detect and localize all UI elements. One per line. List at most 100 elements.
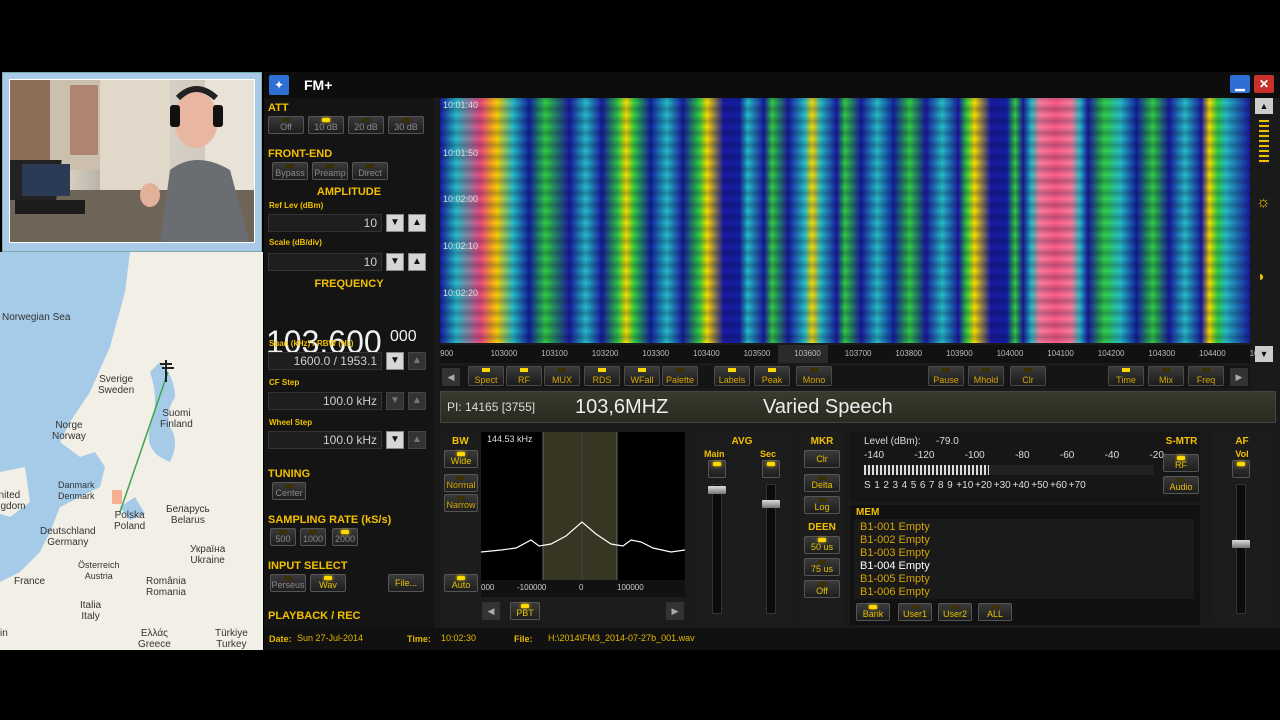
att-10db-button[interactable]: 10 dB: [308, 116, 344, 134]
toolbar-button-rds[interactable]: RDS: [584, 366, 620, 386]
ref-lev-value[interactable]: 10: [268, 214, 382, 232]
ref-lev-up-arrow-icon[interactable]: ▲: [408, 214, 426, 232]
toolbar-button-rf[interactable]: RF: [506, 366, 542, 386]
contrast-icon[interactable]: ◑: [1256, 268, 1264, 284]
af-volume-slider[interactable]: [1236, 484, 1246, 614]
toolbar-button-mux[interactable]: MUX: [544, 366, 580, 386]
toolbar-right-arrow-icon[interactable]: ▶: [1230, 368, 1248, 386]
toolbar-button-time[interactable]: Time: [1108, 366, 1144, 386]
direct-button[interactable]: Direct: [352, 162, 388, 180]
deen-label: DEEN: [808, 522, 836, 533]
waterfall-display[interactable]: 10:01:40 10:01:50 10:02:00 10:02:10 10:0…: [440, 98, 1250, 343]
scroll-up-arrow-icon[interactable]: ▲: [1255, 98, 1273, 114]
wheel-step-up-arrow-icon[interactable]: ▲: [408, 431, 426, 449]
file-button[interactable]: File...: [388, 574, 424, 592]
toolbar-button-freq[interactable]: Freq: [1188, 366, 1224, 386]
avg-sec-label: Sec: [760, 449, 777, 459]
toolbar-button-peak[interactable]: Peak: [754, 366, 790, 386]
toolbar-button-pause[interactable]: Pause: [928, 366, 964, 386]
bw-narrow-button[interactable]: Narrow: [444, 494, 478, 512]
marker-panel: MKR Clr Delta Log DEEN 50 us 75 us Off: [800, 432, 844, 622]
axis-tick-label: 104200: [1097, 349, 1125, 358]
mkr-delta-button[interactable]: Delta: [804, 474, 840, 492]
span-value[interactable]: 1600.0 / 1953.1: [268, 352, 382, 370]
mkr-log-button[interactable]: Log: [804, 496, 840, 514]
mem-user1-button[interactable]: User1: [898, 603, 932, 621]
att-30db-button[interactable]: 30 dB: [388, 116, 424, 134]
deen-75us-button[interactable]: 75 us: [804, 558, 840, 576]
mem-list-item[interactable]: B1-006 Empty: [860, 586, 930, 599]
avg-sec-slider-thumb[interactable]: [762, 500, 780, 508]
avg-sec-toggle[interactable]: [762, 460, 780, 478]
smtr-audio-button[interactable]: Audio: [1163, 476, 1199, 494]
scale-value[interactable]: 10: [268, 253, 382, 271]
mem-list-item[interactable]: B1-002 Empty: [860, 534, 930, 547]
sampling-1000-button[interactable]: 1000: [300, 528, 326, 546]
avg-main-slider-thumb[interactable]: [708, 486, 726, 494]
palette-level-bars[interactable]: [1259, 120, 1269, 164]
pbt-button[interactable]: PBT: [510, 602, 540, 620]
att-20db-button[interactable]: 20 dB: [348, 116, 384, 134]
toolbar-button-mono[interactable]: Mono: [796, 366, 832, 386]
wheel-step-value[interactable]: 100.0 kHz: [268, 431, 382, 449]
pbt-left-arrow-icon[interactable]: ◀: [482, 602, 500, 620]
toolbar-button-wfall[interactable]: WFall: [624, 366, 660, 386]
toolbar-button-spect[interactable]: Spect: [468, 366, 504, 386]
smtr-rf-button[interactable]: RF: [1163, 454, 1199, 472]
sampling-500-button[interactable]: 500: [270, 528, 296, 546]
bw-auto-button[interactable]: Auto: [444, 574, 478, 592]
mem-list-item[interactable]: B1-001 Empty: [860, 521, 930, 534]
toolbar-button-clr[interactable]: Clr: [1010, 366, 1046, 386]
wheel-step-down-arrow-icon[interactable]: ▼: [386, 431, 404, 449]
app-icon[interactable]: ✦: [269, 75, 289, 95]
bw-normal-button[interactable]: Normal: [444, 474, 478, 492]
mem-all-button[interactable]: ALL: [978, 603, 1012, 621]
span-down-arrow-icon[interactable]: ▼: [386, 352, 404, 370]
ref-lev-down-arrow-icon[interactable]: ▼: [386, 214, 404, 232]
sampling-2000-button[interactable]: 2000: [332, 528, 358, 546]
preamp-button[interactable]: Preamp: [312, 162, 348, 180]
wav-button[interactable]: Wav: [310, 574, 346, 592]
bypass-button[interactable]: Bypass: [272, 162, 308, 180]
minimize-button[interactable]: ▁: [1230, 75, 1250, 93]
brightness-icon[interactable]: ☼: [1256, 194, 1271, 212]
level-bar-fill: [864, 465, 989, 475]
mem-user2-button[interactable]: User2: [938, 603, 972, 621]
deen-50us-button[interactable]: 50 us: [804, 536, 840, 554]
toolbar-button-mhold[interactable]: Mhold: [968, 366, 1004, 386]
avg-main-toggle[interactable]: [708, 460, 726, 478]
map-label-norway: Norge Norway: [52, 420, 86, 442]
span-up-arrow-icon[interactable]: ▲: [408, 352, 426, 370]
level-meter-panel: Level (dBm): -79.0 -140 -120 -100 -80 -60 -40…: [850, 432, 1200, 502]
avg-main-slider[interactable]: [712, 484, 722, 614]
perseus-button[interactable]: Perseus: [270, 574, 306, 592]
toolbar-button-palette[interactable]: Palette: [662, 366, 698, 386]
toolbar-button-labels[interactable]: Labels: [714, 366, 750, 386]
cf-step-value[interactable]: 100.0 kHz: [268, 392, 382, 410]
mem-list-item[interactable]: B1-005 Empty: [860, 573, 930, 586]
scale-down-arrow-icon[interactable]: ▼: [386, 253, 404, 271]
af-volume-slider-thumb[interactable]: [1232, 540, 1250, 548]
center-button[interactable]: Center: [272, 482, 306, 500]
bw-wide-button[interactable]: Wide: [444, 450, 478, 468]
mem-list-item[interactable]: B1-003 Empty: [860, 547, 930, 560]
mem-bank-button[interactable]: Bank: [856, 603, 890, 621]
att-off-button[interactable]: Off: [268, 116, 304, 134]
toolbar-left-arrow-icon[interactable]: ◀: [442, 368, 460, 386]
if-spectrum[interactable]: 144.53 kHz 000 -100000 0 100000: [480, 432, 686, 597]
axis-tick-label: 103600: [794, 349, 821, 358]
rds-ps-name: 103,6MHZ: [575, 396, 669, 418]
pbt-right-arrow-icon[interactable]: ▶: [666, 602, 684, 620]
map-label-poland: Polska Poland: [114, 510, 146, 532]
close-button[interactable]: ✕: [1254, 75, 1274, 93]
mkr-clr-button[interactable]: Clr: [804, 450, 840, 468]
af-vol-toggle[interactable]: [1232, 460, 1250, 478]
cf-step-up-arrow-icon[interactable]: ▲: [408, 392, 426, 410]
cf-step-down-arrow-icon[interactable]: ▼: [386, 392, 404, 410]
toolbar-button-mix[interactable]: Mix: [1148, 366, 1184, 386]
mem-list-item-selected[interactable]: B1-004 Empty: [860, 560, 930, 573]
axis-tick-label: 104400: [1199, 349, 1226, 358]
s-meter-panel: S-MTR RF Audio: [1159, 432, 1204, 502]
deen-off-button[interactable]: Off: [804, 580, 840, 598]
scale-up-arrow-icon[interactable]: ▲: [408, 253, 426, 271]
